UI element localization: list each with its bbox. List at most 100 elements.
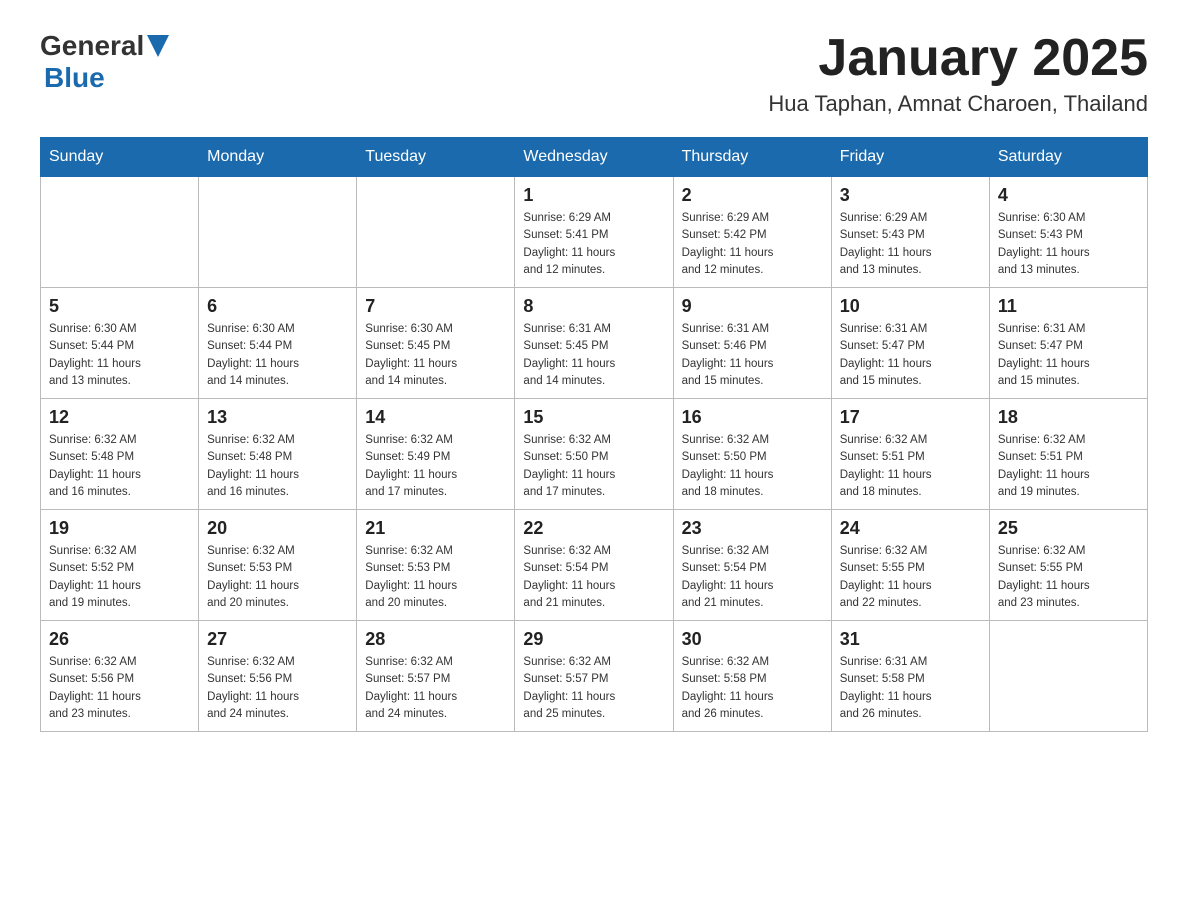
day-number: 8: [523, 296, 664, 317]
calendar-cell: [199, 177, 357, 288]
calendar-cell: 25 Sunrise: 6:32 AMSunset: 5:55 PMDayligh…: [989, 510, 1147, 621]
calendar-cell: 24 Sunrise: 6:32 AMSunset: 5:55 PMDayligh…: [831, 510, 989, 621]
calendar-cell: 31 Sunrise: 6:31 AMSunset: 5:58 PMDayligh…: [831, 621, 989, 732]
calendar-cell: 20 Sunrise: 6:32 AMSunset: 5:53 PMDayligh…: [199, 510, 357, 621]
calendar-cell: 6Sunrise: 6:30 AMSunset: 5:44 PMDaylight…: [199, 288, 357, 399]
day-info: Sunrise: 6:29 AMSunset: 5:42 PMDaylight:…: [682, 210, 823, 279]
calendar-cell: 30 Sunrise: 6:32 AMSunset: 5:58 PMDayligh…: [673, 621, 831, 732]
day-number: 11: [998, 296, 1139, 317]
calendar-week-row-1: 1Sunrise: 6:29 AMSunset: 5:41 PMDaylight…: [41, 177, 1148, 288]
calendar-cell: 19Sunrise: 6:32 AMSunset: 5:52 PMDayligh…: [41, 510, 199, 621]
day-info: Sunrise: 6:32 AMSunset: 5:49 PMDaylight:…: [365, 432, 506, 501]
day-info: Sunrise: 6:31 AMSunset: 5:46 PMDaylight:…: [682, 321, 823, 390]
day-number: 10: [840, 296, 981, 317]
day-number: 18: [998, 407, 1139, 428]
calendar-cell: 16 Sunrise: 6:32 AMSunset: 5:50 PMDayligh…: [673, 399, 831, 510]
calendar-cell: 11 Sunrise: 6:31 AMSunset: 5:47 PMDayligh…: [989, 288, 1147, 399]
day-number: 30: [682, 629, 823, 650]
calendar-week-row-2: 5 Sunrise: 6:30 AMSunset: 5:44 PMDaylight…: [41, 288, 1148, 399]
calendar-table: SundayMondayTuesdayWednesdayThursdayFrid…: [40, 137, 1148, 732]
day-info: Sunrise: 6:31 AMSunset: 5:47 PMDaylight:…: [840, 321, 981, 390]
calendar-cell: 22 Sunrise: 6:32 AMSunset: 5:54 PMDayligh…: [515, 510, 673, 621]
logo-general-text: General: [40, 30, 144, 62]
day-info: Sunrise: 6:32 AMSunset: 5:55 PMDaylight:…: [998, 543, 1139, 612]
calendar-cell: 17Sunrise: 6:32 AMSunset: 5:51 PMDayligh…: [831, 399, 989, 510]
day-number: 9: [682, 296, 823, 317]
day-info: Sunrise: 6:31 AMSunset: 5:45 PMDaylight:…: [523, 321, 664, 390]
month-title: January 2025: [768, 30, 1148, 87]
calendar-cell: 18 Sunrise: 6:32 AMSunset: 5:51 PMDayligh…: [989, 399, 1147, 510]
column-header-wednesday: Wednesday: [515, 138, 673, 177]
day-info: Sunrise: 6:31 AMSunset: 5:58 PMDaylight:…: [840, 654, 981, 723]
calendar-cell: 8 Sunrise: 6:31 AMSunset: 5:45 PMDaylight…: [515, 288, 673, 399]
day-number: 17: [840, 407, 981, 428]
day-info: Sunrise: 6:32 AMSunset: 5:57 PMDaylight:…: [523, 654, 664, 723]
day-number: 14: [365, 407, 506, 428]
day-info: Sunrise: 6:30 AMSunset: 5:43 PMDaylight:…: [998, 210, 1139, 279]
day-info: Sunrise: 6:32 AMSunset: 5:48 PMDaylight:…: [207, 432, 348, 501]
day-number: 3: [840, 185, 981, 206]
day-info: Sunrise: 6:32 AMSunset: 5:54 PMDaylight:…: [682, 543, 823, 612]
calendar-cell: 26 Sunrise: 6:32 AMSunset: 5:56 PMDayligh…: [41, 621, 199, 732]
day-number: 22: [523, 518, 664, 539]
calendar-cell: 28 Sunrise: 6:32 AMSunset: 5:57 PMDayligh…: [357, 621, 515, 732]
day-number: 16: [682, 407, 823, 428]
day-info: Sunrise: 6:29 AMSunset: 5:41 PMDaylight:…: [523, 210, 664, 279]
calendar-cell: 12Sunrise: 6:32 AMSunset: 5:48 PMDayligh…: [41, 399, 199, 510]
column-header-monday: Monday: [199, 138, 357, 177]
day-info: Sunrise: 6:29 AMSunset: 5:43 PMDaylight:…: [840, 210, 981, 279]
day-info: Sunrise: 6:32 AMSunset: 5:55 PMDaylight:…: [840, 543, 981, 612]
calendar-cell: [989, 621, 1147, 732]
day-number: 24: [840, 518, 981, 539]
day-info: Sunrise: 6:30 AMSunset: 5:45 PMDaylight:…: [365, 321, 506, 390]
day-number: 21: [365, 518, 506, 539]
calendar-week-row-4: 19Sunrise: 6:32 AMSunset: 5:52 PMDayligh…: [41, 510, 1148, 621]
calendar-cell: 5 Sunrise: 6:30 AMSunset: 5:44 PMDaylight…: [41, 288, 199, 399]
calendar-cell: 14 Sunrise: 6:32 AMSunset: 5:49 PMDayligh…: [357, 399, 515, 510]
day-number: 20: [207, 518, 348, 539]
day-info: Sunrise: 6:32 AMSunset: 5:48 PMDaylight:…: [49, 432, 190, 501]
day-number: 29: [523, 629, 664, 650]
day-number: 31: [840, 629, 981, 650]
day-number: 26: [49, 629, 190, 650]
day-info: Sunrise: 6:32 AMSunset: 5:51 PMDaylight:…: [998, 432, 1139, 501]
day-number: 7: [365, 296, 506, 317]
calendar-cell: [357, 177, 515, 288]
title-section: January 2025 Hua Taphan, Amnat Charoen, …: [768, 30, 1148, 117]
day-number: 13: [207, 407, 348, 428]
day-info: Sunrise: 6:30 AMSunset: 5:44 PMDaylight:…: [49, 321, 190, 390]
location-title: Hua Taphan, Amnat Charoen, Thailand: [768, 91, 1148, 117]
day-number: 23: [682, 518, 823, 539]
day-number: 19: [49, 518, 190, 539]
calendar-week-row-5: 26 Sunrise: 6:32 AMSunset: 5:56 PMDayligh…: [41, 621, 1148, 732]
day-info: Sunrise: 6:32 AMSunset: 5:50 PMDaylight:…: [682, 432, 823, 501]
day-info: Sunrise: 6:31 AMSunset: 5:47 PMDaylight:…: [998, 321, 1139, 390]
calendar-cell: 29 Sunrise: 6:32 AMSunset: 5:57 PMDayligh…: [515, 621, 673, 732]
column-header-thursday: Thursday: [673, 138, 831, 177]
day-info: Sunrise: 6:32 AMSunset: 5:58 PMDaylight:…: [682, 654, 823, 723]
calendar-cell: 13 Sunrise: 6:32 AMSunset: 5:48 PMDayligh…: [199, 399, 357, 510]
calendar-cell: 27Sunrise: 6:32 AMSunset: 5:56 PMDayligh…: [199, 621, 357, 732]
day-number: 15: [523, 407, 664, 428]
day-number: 5: [49, 296, 190, 317]
calendar-header-row: SundayMondayTuesdayWednesdayThursdayFrid…: [41, 138, 1148, 177]
day-info: Sunrise: 6:32 AMSunset: 5:50 PMDaylight:…: [523, 432, 664, 501]
calendar-week-row-3: 12Sunrise: 6:32 AMSunset: 5:48 PMDayligh…: [41, 399, 1148, 510]
calendar-cell: 7 Sunrise: 6:30 AMSunset: 5:45 PMDaylight…: [357, 288, 515, 399]
day-info: Sunrise: 6:32 AMSunset: 5:57 PMDaylight:…: [365, 654, 506, 723]
day-info: Sunrise: 6:32 AMSunset: 5:56 PMDaylight:…: [49, 654, 190, 723]
day-info: Sunrise: 6:32 AMSunset: 5:54 PMDaylight:…: [523, 543, 664, 612]
logo-blue-text: Blue: [44, 62, 105, 93]
column-header-friday: Friday: [831, 138, 989, 177]
day-number: 28: [365, 629, 506, 650]
logo: General Blue: [40, 30, 169, 94]
page-header: General Blue January 2025 Hua Taphan, Am…: [40, 30, 1148, 117]
calendar-cell: [41, 177, 199, 288]
day-number: 25: [998, 518, 1139, 539]
day-info: Sunrise: 6:32 AMSunset: 5:53 PMDaylight:…: [207, 543, 348, 612]
day-info: Sunrise: 6:30 AMSunset: 5:44 PMDaylight:…: [207, 321, 348, 390]
calendar-cell: 2 Sunrise: 6:29 AMSunset: 5:42 PMDaylight…: [673, 177, 831, 288]
calendar-cell: 23 Sunrise: 6:32 AMSunset: 5:54 PMDayligh…: [673, 510, 831, 621]
day-number: 2: [682, 185, 823, 206]
logo-triangle-icon: [147, 35, 169, 57]
